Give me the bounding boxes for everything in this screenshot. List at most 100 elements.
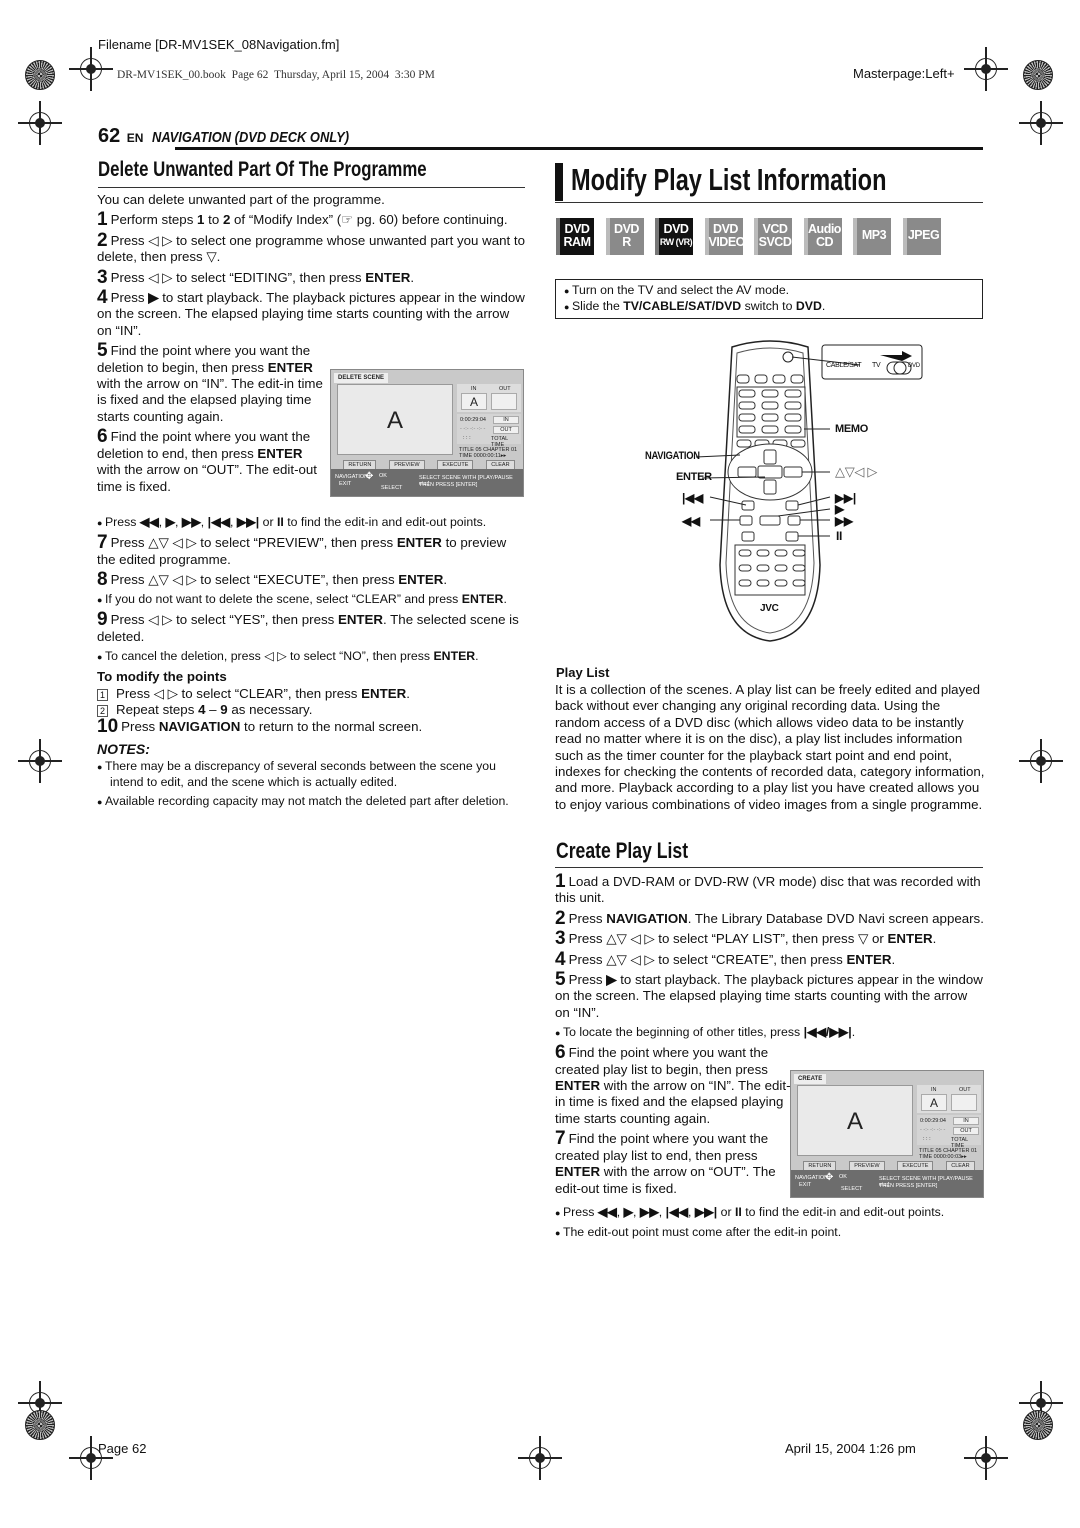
step-5: 5 Press ▶ to start playback. The playback… xyxy=(555,970,985,1021)
text-run: . xyxy=(821,299,826,313)
text-run: Slide the xyxy=(571,299,624,313)
bold-text: |◀◀ xyxy=(665,1205,688,1220)
out-thumb xyxy=(491,393,517,410)
text-run: Press △▽ ◁ ▷ to select “EXECUTE”, then p… xyxy=(110,572,399,588)
bold-text: ENTER xyxy=(337,612,384,628)
registration-mark-icon xyxy=(964,1436,1008,1480)
remote-label-memo: MEMO xyxy=(835,423,869,435)
step-number: 4 xyxy=(555,948,566,970)
help-message-2: THEN PRESS [ENTER] xyxy=(879,1183,938,1189)
text-run: Press △▽ ◁ ▷ to select “PLAY LIST”, then… xyxy=(568,931,888,947)
remote-label-pause: II xyxy=(836,529,843,543)
bold-text: |◀◀ xyxy=(207,515,230,530)
text-run: . xyxy=(410,269,415,285)
out-label: OUT xyxy=(499,386,511,392)
text-run: Press △▽ ◁ ▷ to select “CREATE”, then pr… xyxy=(568,951,847,967)
elapsed-time: 0:00:29:04 xyxy=(460,417,486,423)
step-number: 10 xyxy=(97,715,119,737)
text-run: Available recording capacity may not mat… xyxy=(104,794,509,809)
text-run: NOTES: xyxy=(97,740,150,757)
nav-hint: NAVIGATION xyxy=(795,1175,829,1181)
text-run: To locate the beginning of other titles,… xyxy=(562,1025,804,1040)
remote-label-prev: |◀◀ xyxy=(682,491,703,505)
out-button[interactable]: OUT xyxy=(493,426,519,434)
text-run: switch to xyxy=(741,299,796,313)
step-number: 8 xyxy=(97,569,108,591)
switch-label-cable-sat: CABLE/SAT xyxy=(826,362,862,369)
step-number: 9 xyxy=(97,609,108,631)
bold-text: ◀◀ xyxy=(597,1205,617,1220)
step-number: 6 xyxy=(97,426,108,448)
in-label: IN xyxy=(471,386,477,392)
time-panel: 0:00:29:04- -:- -:- -:- -: : : IN OUT TO… xyxy=(917,1115,981,1149)
text-run: . xyxy=(406,685,410,701)
text-run: To cancel the deletion, press ◁ ▷ to sel… xyxy=(104,649,434,664)
text-run: Press xyxy=(568,972,607,988)
help-message-2: THEN PRESS [ENTER] xyxy=(419,482,478,488)
out-button[interactable]: OUT xyxy=(953,1127,979,1135)
step-2: 2 Press ◁ ▷ to select one programme whose… xyxy=(97,231,527,266)
text-run: Press ◁ ▷ to select “EDITING”, then pres… xyxy=(110,269,366,285)
bold-text: ENTER xyxy=(887,931,933,947)
text-run: , xyxy=(658,1205,666,1220)
elapsed-time: 0:00:29:04 xyxy=(920,1118,946,1124)
footer-date: April 15, 2004 1:26 pm xyxy=(785,1441,916,1456)
bold-text: ENTER xyxy=(361,685,407,701)
text-run: as necessary. xyxy=(227,702,313,718)
bold-text: ENTER xyxy=(365,269,411,285)
bold-text: ENTER xyxy=(396,535,442,551)
text-run: Press ◁ ▷ to select “YES”, then press xyxy=(110,612,338,628)
screen-video-window: A xyxy=(337,384,453,455)
text-run: to find the edit-in and edit-out points. xyxy=(283,515,487,530)
left-intro: You can delete unwanted part of the prog… xyxy=(97,192,385,207)
left-steps-a: 1 Perform steps 1 to 2 of “Modify Index” … xyxy=(97,210,527,339)
right-steps-a: 1 Load a DVD-RAM or DVD-RW (VR mode) disc… xyxy=(555,872,985,1041)
bold-text: ▶ xyxy=(606,972,617,988)
text-run: , xyxy=(688,1205,695,1220)
remote-label-ff: ▶▶ xyxy=(835,514,853,528)
text-run: Repeat steps xyxy=(116,702,199,718)
screen-help-bar: NAVIGATION EXIT ✥ OK SELECT SELECT SCENE W… xyxy=(331,469,523,496)
badge-line-2: RW (VR) xyxy=(659,237,693,247)
text-run: with the arrow on “IN”. The edit-in time… xyxy=(97,376,323,424)
time-dashes: - -:- -:- -:- - xyxy=(920,1127,946,1133)
remote-illustration: CABLE/SAT TV DVD MEMO NAVIGATION ENTER △… xyxy=(640,335,940,645)
sub-step-1: 1 Press ◁ ▷ to select “CLEAR”, then press… xyxy=(97,686,527,702)
bold-text: ENTER xyxy=(555,1164,601,1180)
registration-mark-icon xyxy=(1019,739,1063,783)
text-run: . xyxy=(475,649,479,664)
bold-text: ▶ xyxy=(623,1205,634,1220)
text-run: , xyxy=(158,515,166,530)
bold-text: TV/CABLE/SAT/DVD xyxy=(623,299,742,313)
create-heading: Create Play List xyxy=(556,838,688,864)
in-button[interactable]: IN xyxy=(953,1117,979,1125)
text-run: . xyxy=(851,1025,856,1040)
text-run: Press ◁ ▷ to select “CLEAR”, then press xyxy=(116,685,362,701)
disc-badge-vcdsvcd: VCD SVCD xyxy=(754,218,792,255)
bold-text: II xyxy=(734,1205,742,1220)
step-number: 3 xyxy=(555,928,566,950)
text-run: . The Library Database DVD Navi screen a… xyxy=(687,910,984,926)
time-colons: : : : xyxy=(463,435,471,441)
create-play-list-screen: CREATE A IN OUT A 0:00:29:04 - -:- -:- -:-… xyxy=(790,1070,984,1198)
playlist-description: It is a collection of the scenes. A play… xyxy=(555,682,985,812)
disc-badge-dvdrwvr: DVD RW (VR) xyxy=(655,218,693,255)
left-column: You can delete unwanted part of the prog… xyxy=(97,192,527,814)
text-run: Press △▽ ◁ ▷ to select “PREVIEW”, then p… xyxy=(110,535,397,551)
in-label: IN xyxy=(931,1087,937,1093)
right-title-rule xyxy=(555,202,983,203)
left-steps-c: Press ◀◀, ▶, ▶▶, |◀◀, ▶▶| or II to find … xyxy=(97,515,527,810)
title-bar-mark xyxy=(555,163,563,201)
sub-step-2: 2 Repeat steps 4 – 9 as necessary. xyxy=(97,702,527,718)
left-heading: Delete Unwanted Part Of The Programme xyxy=(98,158,427,182)
select-hint: SELECT xyxy=(841,1186,863,1192)
left-heading-text: Delete Unwanted Part Of The Programme xyxy=(98,158,427,181)
text-run: . xyxy=(443,572,448,588)
in-button[interactable]: IN xyxy=(493,416,519,424)
step-number: 7 xyxy=(555,1128,566,1150)
step-10: 10 Press NAVIGATION to return to the norm… xyxy=(97,715,527,737)
remote-label-arrows: △▽◁ ▷ xyxy=(835,464,878,479)
ok-hint: OK xyxy=(839,1174,847,1180)
text-run: Perform steps xyxy=(110,212,198,228)
bullet-item: Available recording capacity may not mat… xyxy=(97,794,527,810)
